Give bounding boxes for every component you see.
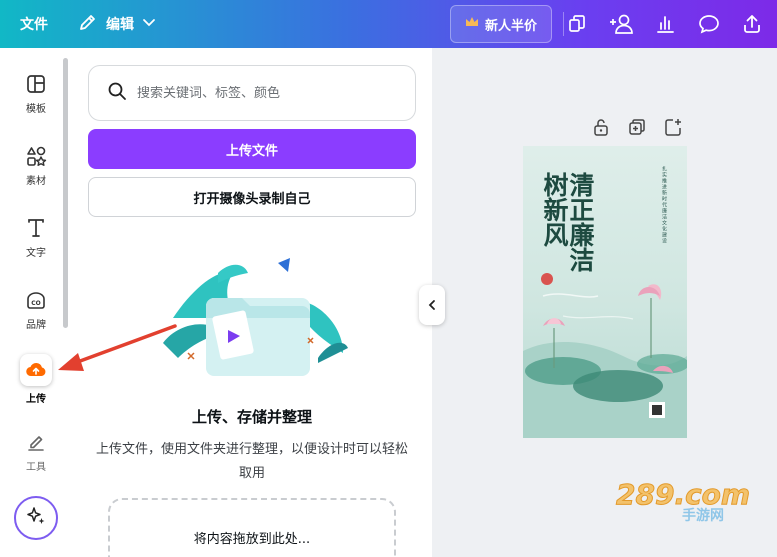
search-icon [107,81,127,105]
rail-item-elements[interactable]: 素材 [0,144,72,187]
analytics-icon[interactable] [653,12,677,36]
rail-label: 品牌 [26,320,46,331]
watermark-logo: 289.com [616,478,750,511]
upload-export-icon[interactable] [740,12,764,36]
magic-button[interactable] [14,496,58,540]
drop-zone[interactable]: 将内容拖放到此处... [108,498,396,557]
poster-side-text: 扎实推进新时代廉洁文化建设 [661,166,667,244]
rail-item-upload[interactable]: 上传 [0,354,72,405]
chevron-left-icon [426,296,438,315]
share-people-icon[interactable] [608,12,636,36]
collapse-panel-button[interactable] [419,285,445,325]
edit-menu[interactable]: 编辑 [78,10,156,38]
upload-folder-illustration [163,258,348,376]
poster-page[interactable]: 清正廉洁 树新风 扎实推进新时代廉洁文化建设 [523,146,687,438]
template-icon [24,72,48,96]
rail-label: 工具 [26,462,46,473]
upload-panel: 上传文件 打开摄像头录制自己 上传、存储并整理 上传文件，使用文件夹进行整理，以… [72,48,432,557]
cloud-upload-icon [20,354,52,386]
text-icon [24,216,48,240]
rail-label: 模板 [26,104,46,115]
rail-item-tools[interactable]: 工具 [0,430,72,473]
search-box[interactable] [88,65,416,121]
edit-label: 编辑 [106,17,134,33]
empty-state-title: 上传、存储并整理 [191,408,312,426]
upload-file-button[interactable]: 上传文件 [88,129,416,169]
crown-icon [465,16,479,32]
chevron-down-icon [142,15,156,33]
rail-item-template[interactable]: 模板 [0,72,72,115]
duplicate-icon[interactable] [628,118,646,136]
promo-label: 新人半价 [484,18,537,34]
site-watermark: 289.com 手游网 [616,478,751,525]
lock-icon[interactable] [592,118,610,136]
poster-title-left: 树新风 [540,172,569,247]
rail-label: 上传 [26,394,46,405]
rail-label: 文字 [26,248,46,259]
side-rail: 模板 素材 文字 CO 品牌 上传 工具 [0,48,72,557]
file-menu[interactable]: 文件 [20,14,48,34]
promo-button[interactable]: 新人半价 [450,5,552,43]
add-page-icon[interactable] [664,118,682,136]
tools-icon [24,430,48,454]
sparkle-icon [25,505,47,531]
pencil-icon [78,12,98,36]
empty-state-description: 上传文件，使用文件夹进行整理，以便设计时可以轻松取用 [95,442,408,481]
elements-icon [24,144,48,168]
poster-title-right: 清正廉洁 [566,172,595,272]
drop-zone-text: 将内容拖放到此处... [193,532,311,547]
watermark-sub: 手游网 [682,507,724,524]
pages-icon[interactable] [565,12,589,36]
rail-label: 素材 [26,176,46,187]
comment-icon[interactable] [697,12,721,36]
brand-icon: CO [24,288,48,312]
rail-item-brand[interactable]: CO 品牌 [0,288,72,331]
topbar-divider [563,12,564,36]
top-bar: 文件 编辑 新人半价 [0,0,777,48]
record-camera-button[interactable]: 打开摄像头录制自己 [88,177,416,217]
search-input[interactable] [137,85,397,101]
rail-item-text[interactable]: 文字 [0,216,72,259]
svg-text:CO: CO [31,300,41,307]
